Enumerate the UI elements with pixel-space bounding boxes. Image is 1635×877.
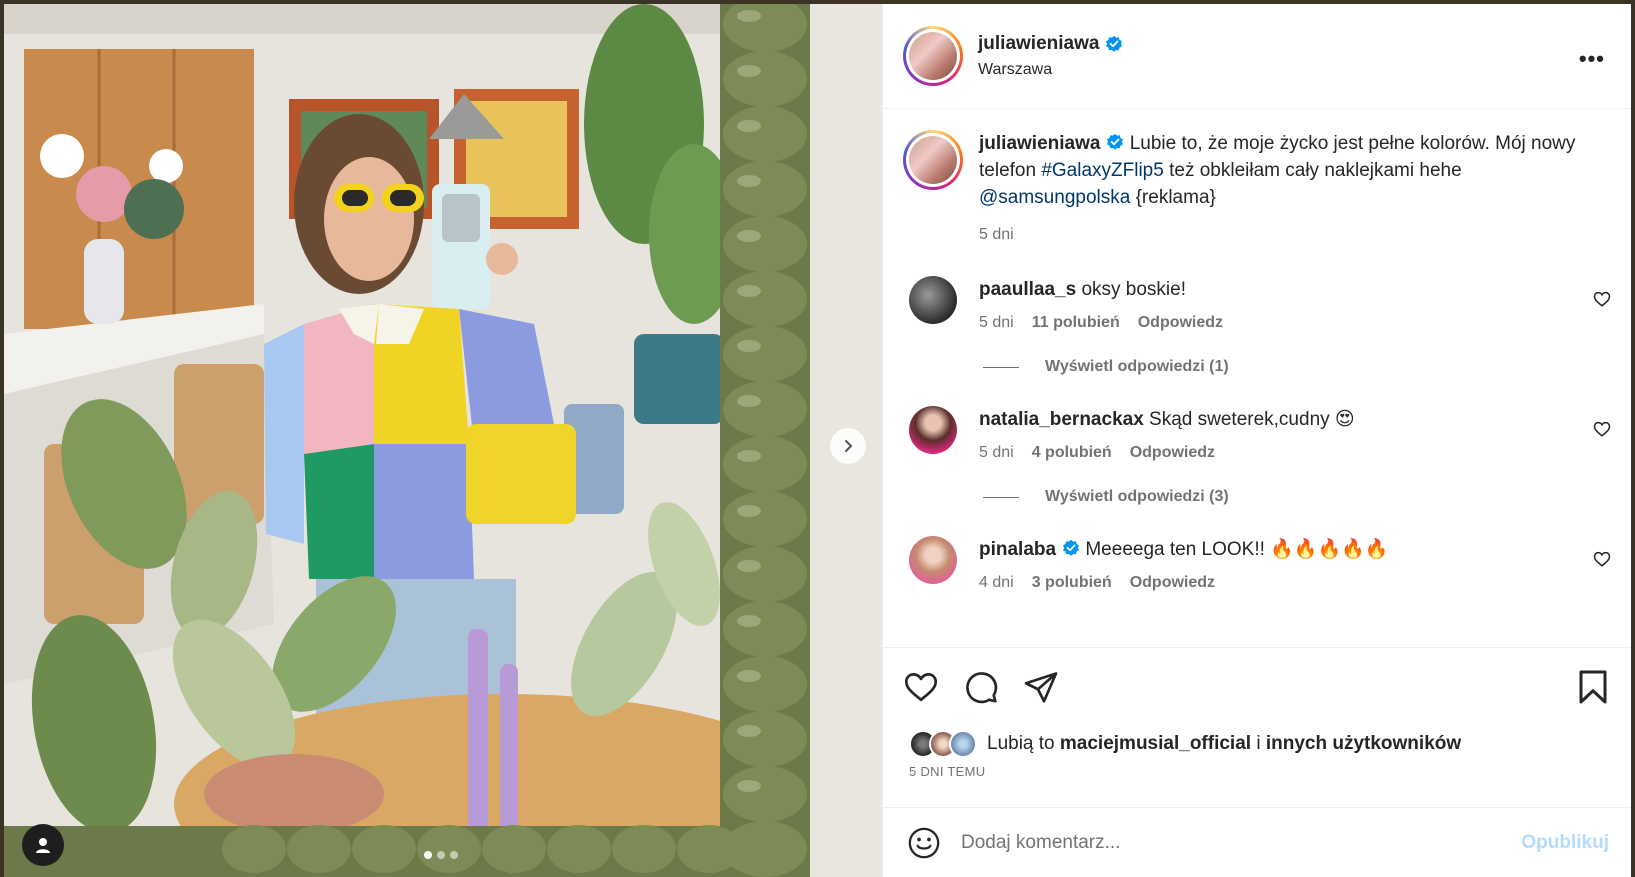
comment-username[interactable]: paaullaa_s — [979, 279, 1076, 300]
comment-text: Meeeega ten LOOK!! 🔥🔥🔥🔥🔥 — [1080, 539, 1389, 560]
likers-avatars — [909, 730, 977, 758]
comment-likes[interactable]: 4 polubień — [1032, 444, 1112, 462]
verified-icon — [1107, 133, 1124, 150]
like-button[interactable] — [901, 667, 941, 707]
comment-text: Skąd sweterek,cudny 😍 — [1143, 409, 1355, 430]
comment-time[interactable]: 5 dni — [979, 444, 1014, 462]
comment-time[interactable]: 4 dni — [979, 574, 1014, 592]
caption-username[interactable]: juliawieniawa — [979, 133, 1100, 154]
comment-time[interactable]: 5 dni — [979, 314, 1014, 332]
carousel-dot — [424, 851, 432, 859]
bookmark-icon — [1579, 670, 1607, 704]
carousel-dot — [437, 851, 445, 859]
view-replies-label: Wyświetl odpowiedzi (1) — [1045, 358, 1229, 375]
add-comment-bar: Opublikuj — [883, 807, 1631, 877]
carousel-dot — [450, 851, 458, 859]
heart-icon[interactable] — [1593, 420, 1611, 438]
comment-likes[interactable]: 11 polubień — [1032, 314, 1120, 332]
save-button[interactable] — [1573, 667, 1613, 707]
post-location[interactable]: Warszawa — [978, 61, 1123, 79]
heart-icon — [904, 673, 938, 702]
heart-icon[interactable] — [1593, 550, 1611, 568]
caption-text: też obkleiłam cały naklejkami hehe — [1163, 160, 1462, 181]
comment-item: pinalaba Meeeega ten LOOK!! 🔥🔥🔥🔥🔥 4 dni … — [883, 536, 1631, 592]
verified-icon — [1063, 539, 1080, 556]
emoji-button[interactable] — [905, 824, 943, 862]
user-tag-icon — [36, 838, 50, 853]
comment-avatar[interactable] — [909, 276, 957, 324]
comment-icon — [966, 672, 998, 704]
tagged-users-button[interactable] — [22, 824, 64, 866]
publish-comment-button[interactable]: Opublikuj — [1521, 832, 1609, 854]
caption-mention[interactable]: @samsungpolska — [979, 187, 1130, 208]
comment-item: natalia_bernackax Skąd sweterek,cudny 😍 … — [883, 406, 1631, 462]
comment-username[interactable]: pinalaba — [979, 539, 1056, 560]
post-media[interactable] — [4, 4, 882, 877]
carousel-indicator — [424, 851, 458, 859]
comment-button[interactable] — [961, 667, 1001, 707]
author-username[interactable]: juliawieniawa — [978, 33, 1099, 55]
post-caption: juliawieniawa Lubie to, że moje życko je… — [883, 110, 1631, 248]
likes-prefix: Lubią to — [987, 733, 1060, 754]
emoji-icon — [908, 827, 940, 858]
post-photo — [4, 4, 882, 877]
caption-text: {reklama} — [1130, 187, 1216, 208]
verified-icon — [1106, 35, 1123, 52]
reply-button[interactable]: Odpowiedz — [1130, 574, 1215, 592]
other-likers-link[interactable]: innych użytkowników — [1266, 733, 1461, 754]
author-avatar[interactable] — [903, 26, 963, 86]
comment-input[interactable] — [961, 831, 1522, 854]
view-replies-label: Wyświetl odpowiedzi (3) — [1045, 488, 1229, 505]
post-header: juliawieniawa Warszawa ••• — [883, 4, 1631, 109]
more-options-button[interactable]: ••• — [1579, 46, 1605, 72]
post-modal: juliawieniawa Warszawa ••• juliawieniawa… — [4, 4, 1631, 877]
comments-list[interactable]: juliawieniawa Lubie to, że moje życko je… — [883, 110, 1631, 646]
comment-avatar[interactable] — [909, 406, 957, 454]
caption-hashtag[interactable]: #GalaxyZFlip5 — [1041, 160, 1164, 181]
share-button[interactable] — [1021, 667, 1061, 707]
reply-button[interactable]: Odpowiedz — [1130, 444, 1215, 462]
view-replies-button[interactable]: Wyświetl odpowiedzi (3) — [983, 488, 1631, 506]
heart-icon[interactable] — [1593, 290, 1611, 308]
likes-summary: Lubią to maciejmusial_official i innych … — [883, 726, 1631, 762]
post-panel: juliawieniawa Warszawa ••• juliawieniawa… — [882, 4, 1631, 877]
comment-avatar[interactable] — [909, 536, 957, 584]
post-actions: Lubią to maciejmusial_official i innych … — [883, 647, 1631, 807]
caption-avatar[interactable] — [903, 130, 963, 190]
comment-likes[interactable]: 3 polubień — [1032, 574, 1112, 592]
reply-button[interactable]: Odpowiedz — [1138, 314, 1223, 332]
likes-middle: i — [1251, 733, 1266, 754]
share-icon — [1024, 672, 1058, 703]
avatar — [949, 730, 977, 758]
comment-item: paaullaa_s oksy boskie! 5 dni 11 polubie… — [883, 276, 1631, 332]
view-replies-button[interactable]: Wyświetl odpowiedzi (1) — [983, 358, 1631, 376]
caption-time[interactable]: 5 dni — [979, 221, 1611, 248]
post-date[interactable]: 5 DNI TEMU — [883, 762, 1631, 781]
comment-username[interactable]: natalia_bernackax — [979, 409, 1144, 430]
liker-username[interactable]: maciejmusial_official — [1060, 733, 1251, 754]
chevron-right-icon — [845, 440, 852, 452]
next-image-button[interactable] — [830, 428, 866, 464]
more-icon: ••• — [1578, 46, 1605, 71]
comment-text: oksy boskie! — [1076, 279, 1186, 300]
